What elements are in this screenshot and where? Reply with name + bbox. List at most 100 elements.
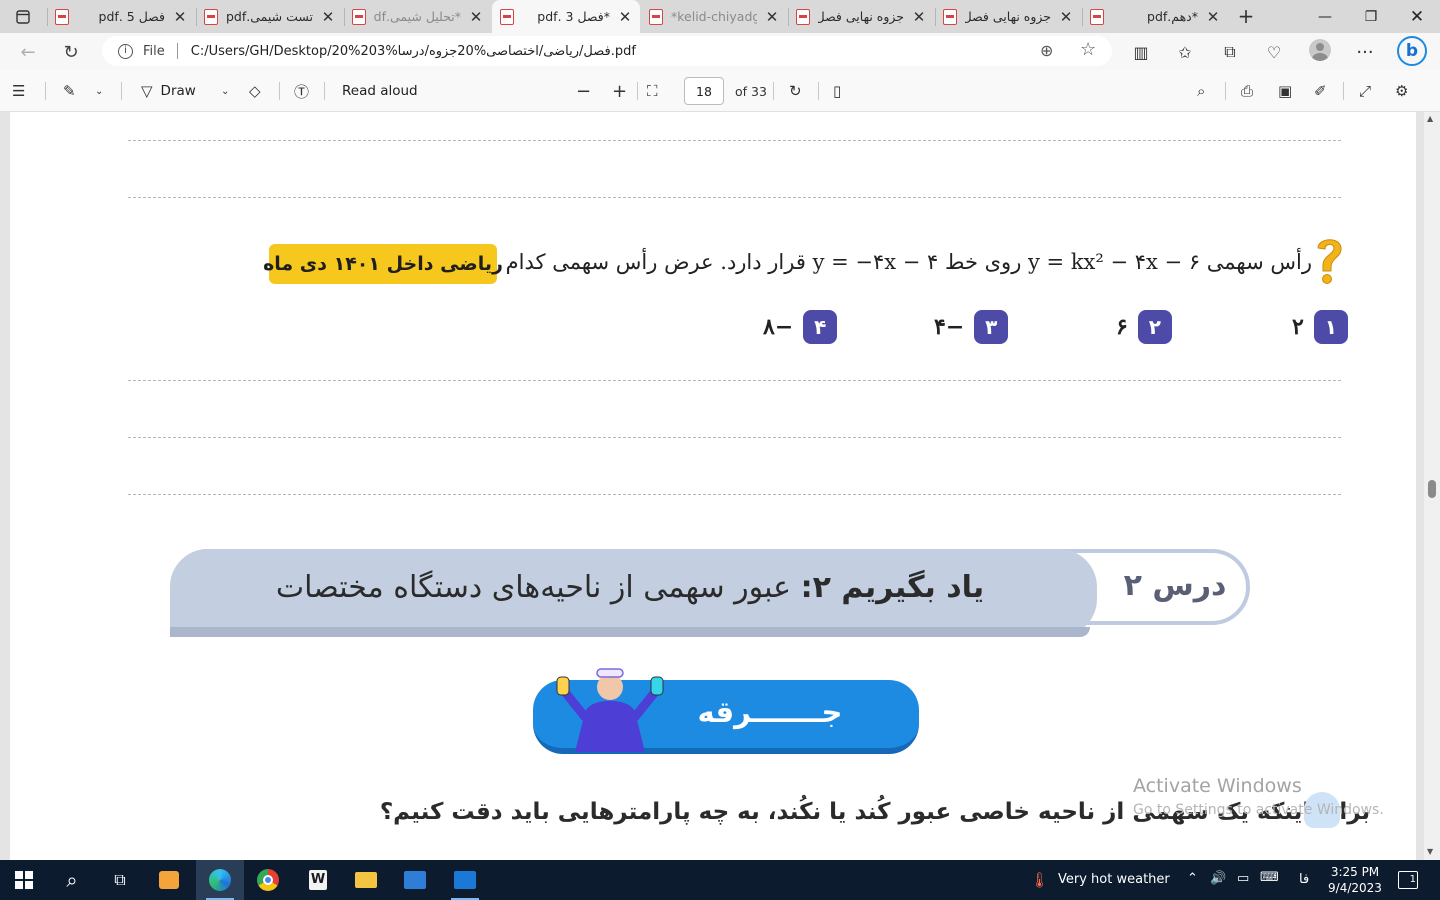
tab-6[interactable]: جزوه نهایی فصل ✕ [788,0,934,33]
option-number: ۴ [803,310,838,344]
info-icon[interactable]: i [118,43,133,59]
photos-app-icon[interactable] [391,860,439,900]
fullscreen-icon[interactable]: ⤢ [1359,80,1371,102]
tab-4-active[interactable]: *فصل 3 .pdf ✕ [492,0,640,33]
collections-icon[interactable]: ⧉ [1217,39,1243,65]
page-total: of 33 [735,84,767,99]
scroll-up-arrow[interactable]: ▲ [1427,114,1433,123]
add-text-icon[interactable]: Ⓣ [294,80,309,102]
omnibox-separator [176,43,178,59]
scrollbar-thumb[interactable] [1428,480,1436,498]
chrome-taskbar-icon[interactable] [244,860,292,900]
tab-2[interactable]: تست شیمی.pdf ✕ [196,0,343,33]
pdf-icon [796,8,810,25]
tab-separator [788,8,789,26]
fit-page-icon[interactable]: ⛶ [647,80,658,102]
lesson-title: یاد بگیریم ۲: عبور سهمی از ناحیه‌های دست… [180,562,1080,612]
lesson-title-text: عبور سهمی از ناحیه‌های دستگاه مختصات [275,569,792,605]
toolbar-divider [773,82,774,100]
task-view-icon[interactable]: ⧉ [96,860,144,900]
zoom-icon[interactable]: ⊕ [1040,41,1053,60]
activate-windows-title: Activate Windows [1133,775,1302,797]
save-icon[interactable]: ▣ [1278,80,1292,102]
tab-1[interactable]: فصل 5 .pdf ✕ [47,0,195,33]
split-screen-icon[interactable]: ▥ [1128,39,1154,65]
close-icon[interactable]: ✕ [1206,8,1220,26]
url-field[interactable]: i File C:/Users/GH/Desktop/20%203%فصل/ری… [102,36,1112,66]
highlight-icon[interactable]: ✎ [63,80,76,102]
close-icon[interactable]: ✕ [321,8,335,26]
edge-taskbar-icon[interactable] [196,860,244,900]
tab-actions-menu[interactable] [10,6,36,28]
tab-separator [47,8,48,26]
restore-button[interactable]: ❐ [1348,0,1394,33]
media-player-glyph [159,871,179,889]
tab-7[interactable]: جزوه نهایی فصل ✕ [935,0,1081,33]
close-icon[interactable]: ✕ [1059,8,1073,26]
tab-8[interactable]: *دهم.pdf ✕ [1082,0,1228,33]
contents-list-icon[interactable]: ☰ [12,80,25,102]
media-player-icon[interactable] [145,860,193,900]
question-mark-icon [1317,239,1342,284]
pdf-icon [352,8,366,25]
word-app-icon[interactable]: W [294,860,342,900]
tab-3[interactable]: *تحلیل شیمی.pdf ✕ [344,0,491,33]
bing-chat-icon[interactable]: b [1397,36,1427,66]
minimize-button[interactable]: — [1302,0,1348,33]
folder-icon [355,872,377,888]
option-number: ۱ [1313,310,1348,344]
tab-separator [344,8,345,26]
chevron-down-icon[interactable]: ⌄ [95,80,103,102]
close-icon[interactable]: ✕ [173,8,187,26]
page-number-input[interactable]: 18 [684,77,724,105]
language-indicator[interactable]: فا [1299,872,1309,887]
tab-5[interactable]: *kelid-chiyadg ✕ [641,0,787,33]
tab-bar: فصل 5 .pdf ✕ تست شیمی.pdf ✕ *تحلیل شیمی.… [0,0,1440,33]
save-as-icon[interactable]: ✐ [1314,80,1327,102]
start-button[interactable] [0,860,48,900]
favorite-star-icon[interactable]: ☆ [1080,39,1096,60]
movies-app-icon[interactable] [441,860,489,900]
rotate-icon[interactable]: ↻ [789,80,802,102]
eraser-icon[interactable]: ◇ [249,80,261,102]
avatar[interactable] [1309,39,1331,61]
new-tab-button[interactable]: + [1236,5,1256,27]
settings-gear-icon[interactable]: ⚙ [1395,80,1408,102]
notifications-icon[interactable]: 1 [1398,871,1418,889]
favorites-icon[interactable]: ✩ [1172,39,1198,65]
performance-icon[interactable]: ♡ [1261,39,1287,65]
print-icon[interactable]: ⎙ [1241,80,1253,102]
file-explorer-icon[interactable] [342,860,390,900]
search-taskbar-icon[interactable]: ⌕ [48,860,96,900]
zoom-in-icon[interactable]: + [612,80,627,102]
zoom-out-icon[interactable]: − [576,80,591,102]
close-icon[interactable]: ✕ [912,8,926,26]
system-clock[interactable]: 3:25 PM 9/4/2023 [1320,864,1390,896]
pdf-viewer[interactable]: رأس سهمی y = kx² − ۴x − ۶ روی خط y = −۴x… [0,112,1440,860]
chevron-up-icon[interactable]: ⌃ [1187,871,1198,886]
address-bar: ← ↻ i File C:/Users/GH/Desktop/20%203%فص… [0,33,1440,70]
chevron-down-icon[interactable]: ⌄ [221,80,229,102]
keyboard-icon[interactable]: ⌨ [1260,870,1279,885]
close-window-button[interactable]: ✕ [1394,0,1440,33]
refresh-button[interactable]: ↻ [57,39,85,65]
pdf-icon [1090,8,1104,25]
close-icon[interactable]: ✕ [618,8,632,26]
toolbar-divider [818,82,819,100]
read-aloud-button[interactable]: Read aloud [334,80,418,102]
volume-icon[interactable]: 🔊 [1210,871,1226,886]
close-icon[interactable]: ✕ [469,8,483,26]
search-icon[interactable]: ⌕ [1197,80,1205,102]
more-options-icon[interactable]: ··· [1352,39,1378,65]
tab-title: فصل 5 .pdf [98,9,165,24]
battery-icon[interactable]: ▭ [1237,871,1249,886]
page-view-icon[interactable]: ▯ [833,80,841,102]
weather-text[interactable]: Very hot weather [1058,872,1170,887]
draw-button[interactable]: ▽ Draw [141,80,196,102]
toolbar-divider [1343,82,1344,100]
pdf-toolbar: ☰ ✎ ⌄ ▽ Draw ⌄ ◇ Ⓣ Read aloud − + ⛶ 18 o… [0,70,1440,112]
back-button[interactable]: ← [14,39,42,65]
scroll-down-arrow[interactable]: ▼ [1427,847,1433,856]
url-text[interactable]: C:/Users/GH/Desktop/20%203%فصل/ریاضی/اخت… [191,44,636,59]
close-icon[interactable]: ✕ [765,8,779,26]
